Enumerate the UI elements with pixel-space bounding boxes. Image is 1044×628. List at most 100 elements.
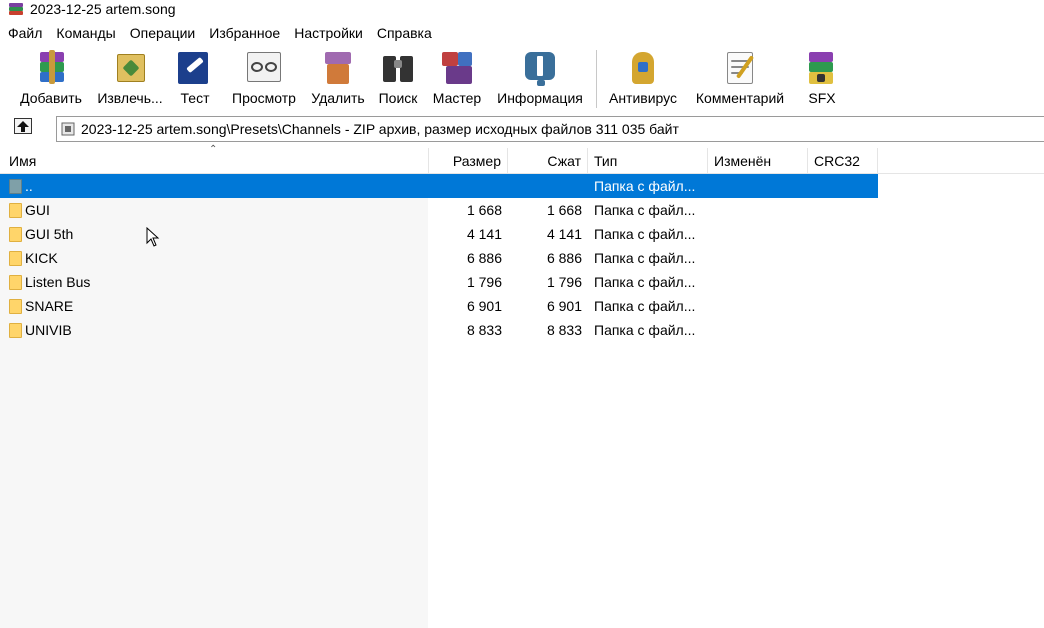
menu-bar: Файл Команды Операции Избранное Настройк… <box>0 22 439 44</box>
delete-label: Удалить <box>311 90 365 106</box>
wizard-icon <box>436 48 478 88</box>
menu-help[interactable]: Справка <box>370 22 439 44</box>
file-type: Папка с файл... <box>594 226 696 242</box>
toolbar-separator <box>596 50 598 108</box>
mouse-pointer-icon <box>146 227 160 247</box>
file-packed: 6 901 <box>546 298 582 314</box>
delete-button[interactable]: Удалить <box>308 48 368 110</box>
extract-label: Извлечь... <box>97 90 163 106</box>
wizard-label: Мастер <box>432 90 482 106</box>
up-one-level-button[interactable] <box>14 118 32 134</box>
sort-ascending-icon: ⌃ <box>209 144 218 155</box>
test-icon <box>174 48 216 88</box>
extract-button[interactable]: Извлечь... <box>94 48 166 110</box>
list-item[interactable]: SNARE 6 901 6 901 Папка с файл... <box>0 294 878 318</box>
column-header-size[interactable]: Размер <box>429 148 508 174</box>
column-size-label: Размер <box>452 153 501 169</box>
file-packed <box>510 174 582 198</box>
add-label: Добавить <box>20 90 82 106</box>
folder-icon <box>9 203 22 218</box>
info-button[interactable]: Информация <box>492 48 588 110</box>
antivirus-label: Антивирус <box>608 90 678 106</box>
list-item-parent-folder[interactable]: .. Папка с файл... <box>0 174 878 198</box>
file-size: 4 141 <box>466 226 502 242</box>
test-label: Тест <box>180 90 210 106</box>
address-path: 2023-12-25 artem.song\Presets\Channels -… <box>81 121 679 137</box>
file-type: Папка с файл... <box>594 178 696 194</box>
file-size: 8 833 <box>466 322 502 338</box>
file-type: Папка с файл... <box>594 298 696 314</box>
find-label: Поиск <box>378 90 418 106</box>
sfx-icon <box>801 48 843 88</box>
file-packed: 6 886 <box>546 250 582 266</box>
file-packed: 8 833 <box>546 322 582 338</box>
file-packed: 1 796 <box>546 274 582 290</box>
antivirus-button[interactable]: Антивирус <box>604 48 682 110</box>
menu-file[interactable]: Файл <box>0 22 49 44</box>
sfx-label: SFX <box>808 90 836 106</box>
menu-favorites[interactable]: Избранное <box>202 22 287 44</box>
address-field[interactable]: 2023-12-25 artem.song\Presets\Channels -… <box>56 116 1044 142</box>
comment-button[interactable]: Комментарий <box>690 48 790 110</box>
view-label: Просмотр <box>232 90 296 106</box>
column-name-label: Имя <box>9 153 37 169</box>
folder-icon <box>9 323 22 338</box>
view-button[interactable]: Просмотр <box>226 48 302 110</box>
sfx-button[interactable]: SFX <box>804 48 840 110</box>
binoculars-icon <box>377 48 419 88</box>
file-name: Listen Bus <box>25 274 91 290</box>
column-header-type[interactable]: Тип <box>588 148 708 174</box>
comment-label: Комментарий <box>695 90 785 106</box>
file-size: 1 668 <box>466 202 502 218</box>
column-packed-label: Сжат <box>547 153 581 169</box>
arrow-up-icon <box>17 120 29 132</box>
view-icon <box>243 48 285 88</box>
column-header-bar: Имя ⌃ Размер Сжат Тип Изменён CRC32 <box>0 144 1044 174</box>
file-packed: 4 141 <box>546 226 582 242</box>
test-button[interactable]: Тест <box>176 48 214 110</box>
list-item[interactable]: GUI 1 668 1 668 Папка с файл... <box>0 198 878 222</box>
menu-operations[interactable]: Операции <box>123 22 203 44</box>
info-icon <box>519 48 561 88</box>
list-item[interactable]: GUI 5th 4 141 4 141 Папка с файл... <box>0 222 878 246</box>
file-size <box>430 174 502 198</box>
file-packed: 1 668 <box>546 202 582 218</box>
address-bar-row: 2023-12-25 artem.song\Presets\Channels -… <box>0 114 1044 144</box>
column-header-modified[interactable]: Изменён <box>708 148 808 174</box>
archive-add-icon <box>30 48 72 88</box>
column-header-packed[interactable]: Сжат <box>508 148 588 174</box>
file-name: GUI <box>25 202 50 218</box>
toolbar: Добавить Извлечь... Тест Просмотр Удалит… <box>0 46 1044 112</box>
folder-icon <box>9 227 22 242</box>
comment-icon <box>719 48 761 88</box>
info-label: Информация <box>497 90 583 106</box>
delete-icon <box>317 48 359 88</box>
list-item[interactable]: Listen Bus 1 796 1 796 Папка с файл... <box>0 270 878 294</box>
extract-icon <box>109 48 151 88</box>
file-size: 6 901 <box>466 298 502 314</box>
column-header-crc32[interactable]: CRC32 <box>808 148 878 174</box>
list-item[interactable]: KICK 6 886 6 886 Папка с файл... <box>0 246 878 270</box>
file-name: KICK <box>25 250 58 266</box>
parent-folder-icon <box>9 179 22 194</box>
find-button[interactable]: Поиск <box>374 48 422 110</box>
file-size: 6 886 <box>466 250 502 266</box>
folder-icon <box>9 299 22 314</box>
file-size: 1 796 <box>466 274 502 290</box>
file-name: UNIVIB <box>25 322 72 338</box>
folder-icon <box>9 275 22 290</box>
winrar-app-icon <box>8 1 24 17</box>
add-button[interactable]: Добавить <box>16 48 86 110</box>
wizard-button[interactable]: Мастер <box>430 48 484 110</box>
column-crc32-label: CRC32 <box>814 153 860 169</box>
zip-archive-icon <box>61 122 75 136</box>
file-type: Папка с файл... <box>594 202 696 218</box>
folder-icon <box>9 251 22 266</box>
file-name: GUI 5th <box>25 226 74 242</box>
menu-settings[interactable]: Настройки <box>287 22 370 44</box>
menu-commands[interactable]: Команды <box>49 22 122 44</box>
column-modified-label: Изменён <box>714 153 772 169</box>
file-list: Имя ⌃ Размер Сжат Тип Изменён CRC32 .. П… <box>0 144 1044 628</box>
file-name: .. <box>25 178 33 194</box>
list-item[interactable]: UNIVIB 8 833 8 833 Папка с файл... <box>0 318 878 342</box>
